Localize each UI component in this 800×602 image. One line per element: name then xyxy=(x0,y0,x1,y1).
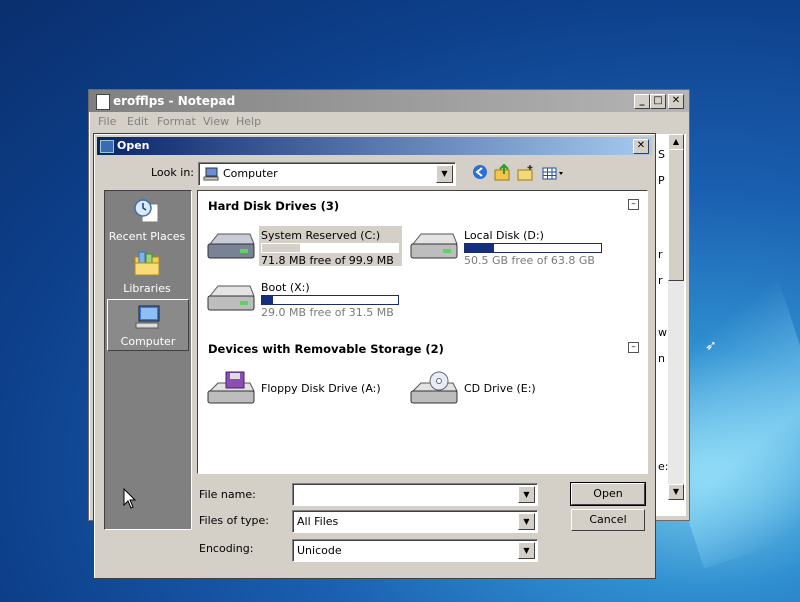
drive-usage-bar xyxy=(261,295,399,305)
drive-free-space: 50.5 GB free of 63.8 GB xyxy=(464,254,595,267)
hard-drive-icon xyxy=(207,233,255,259)
text-fragment: n xyxy=(658,352,665,365)
drive-name: Floppy Disk Drive (A:) xyxy=(261,382,381,395)
files-of-type-label: Files of type: xyxy=(199,514,270,527)
computer-icon xyxy=(135,305,160,329)
usage-fill xyxy=(262,296,273,304)
place-libraries[interactable]: Libraries xyxy=(107,247,187,297)
place-computer[interactable]: Computer xyxy=(107,299,189,351)
drive-name: CD Drive (E:) xyxy=(464,382,536,395)
usage-fill xyxy=(262,244,301,252)
drive-item[interactable]: Floppy Disk Drive (A:) xyxy=(204,369,404,409)
look-in-value: Computer xyxy=(223,167,278,180)
scroll-up-button[interactable]: ▲ xyxy=(668,134,684,150)
chevron-down-icon[interactable]: ▼ xyxy=(518,542,535,559)
cd-drive-icon xyxy=(410,371,458,404)
open-button[interactable]: Open xyxy=(570,482,646,506)
drive-item[interactable]: System Reserved (C:) 71.8 MB free of 99.… xyxy=(204,226,404,267)
recent-places-icon xyxy=(134,199,159,223)
hard-drive-icon xyxy=(207,285,255,311)
place-label: Libraries xyxy=(123,282,171,295)
floppy-drive-icon xyxy=(207,371,255,404)
drive-name: System Reserved (C:) xyxy=(261,229,381,242)
look-in-label: Look in: xyxy=(151,166,194,179)
place-label: Recent Places xyxy=(108,230,186,243)
text-fragment: r xyxy=(658,274,663,287)
text-fragment: P xyxy=(658,174,665,187)
collapse-icon[interactable]: – xyxy=(628,342,639,353)
places-bar: Recent Places Libraries Computer xyxy=(104,190,192,530)
drive-usage-bar xyxy=(464,243,602,253)
group-title-removable: Devices with Removable Storage (2) xyxy=(208,342,444,356)
drive-usage-bar xyxy=(261,243,399,253)
dialog-close-button[interactable]: ✕ xyxy=(633,139,649,154)
dialog-title: Open xyxy=(117,139,150,152)
dialog-icon xyxy=(100,140,114,153)
look-in-dropdown[interactable]: Computer ▼ xyxy=(198,162,456,186)
notepad-titlebar[interactable]: erofflps - Notepad _ □ ✕ xyxy=(89,90,689,112)
usage-fill xyxy=(465,244,494,252)
notepad-title: erofflps - Notepad xyxy=(113,94,236,108)
file-list[interactable]: Hard Disk Drives (3) – System Reserved (… xyxy=(197,190,648,474)
drive-free-space: 71.8 MB free of 99.9 MB xyxy=(261,254,394,267)
text-fragment: w xyxy=(658,326,667,339)
collapse-icon[interactable]: – xyxy=(628,199,639,210)
maximize-button[interactable]: □ xyxy=(650,94,666,109)
text-fragment: e: xyxy=(658,460,669,473)
file-name-field[interactable]: ▼ xyxy=(292,483,538,506)
files-of-type-value: All Files xyxy=(297,515,339,528)
file-name-label: File name: xyxy=(199,488,256,501)
libraries-icon xyxy=(134,251,160,276)
view-menu-icon[interactable] xyxy=(541,164,565,182)
new-folder-icon[interactable] xyxy=(517,164,535,182)
menu-format[interactable]: Format xyxy=(157,115,196,128)
open-dialog[interactable]: Open ✕ Look in: Computer ▼ Recent Places xyxy=(93,133,656,579)
encoding-label: Encoding: xyxy=(199,542,254,555)
hard-drive-icon xyxy=(410,233,458,259)
computer-small-icon xyxy=(203,167,219,181)
menu-file[interactable]: File xyxy=(98,115,116,128)
scroll-down-button[interactable]: ▼ xyxy=(668,484,684,500)
encoding-value: Unicode xyxy=(297,544,342,557)
drive-free-space: 29.0 MB free of 31.5 MB xyxy=(261,306,394,319)
cancel-button[interactable]: Cancel xyxy=(571,509,645,531)
drive-item[interactable]: Boot (X:) 29.0 MB free of 31.5 MB xyxy=(204,278,404,319)
notepad-scrollbar[interactable]: ▲ ▼ xyxy=(668,134,684,500)
close-button[interactable]: ✕ xyxy=(668,94,684,109)
bird-icon: ➶ xyxy=(705,338,717,354)
drive-name: Local Disk (D:) xyxy=(464,229,544,242)
text-fragment: r xyxy=(658,248,663,261)
up-folder-icon[interactable] xyxy=(494,163,512,182)
menu-edit[interactable]: Edit xyxy=(127,115,148,128)
group-title-hard-disk: Hard Disk Drives (3) xyxy=(208,199,340,213)
drive-item[interactable]: CD Drive (E:) xyxy=(407,369,607,409)
chevron-down-icon[interactable]: ▼ xyxy=(518,513,535,530)
files-of-type-dropdown[interactable]: All Files ▼ xyxy=(292,510,538,533)
menu-view[interactable]: View xyxy=(203,115,229,128)
chevron-down-icon[interactable]: ▼ xyxy=(436,165,453,183)
text-fragment: S xyxy=(658,148,665,161)
encoding-dropdown[interactable]: Unicode ▼ xyxy=(292,539,538,562)
drive-name: Boot (X:) xyxy=(261,281,310,294)
drive-item[interactable]: Local Disk (D:) 50.5 GB free of 63.8 GB xyxy=(407,226,607,267)
dialog-titlebar[interactable]: Open ✕ xyxy=(97,137,652,155)
place-label: Computer xyxy=(120,335,176,348)
notepad-text-area[interactable]: S P r r w n e: ▲ ▼ xyxy=(655,134,686,516)
minimize-button[interactable]: _ xyxy=(634,94,650,109)
chevron-down-icon[interactable]: ▼ xyxy=(518,486,535,503)
notepad-icon xyxy=(96,94,110,110)
back-icon[interactable] xyxy=(471,164,489,182)
menu-help[interactable]: Help xyxy=(236,115,261,128)
notepad-menubar: File Edit Format View Help xyxy=(89,113,689,131)
mouse-cursor-icon xyxy=(123,488,137,509)
scroll-thumb[interactable] xyxy=(668,149,684,281)
place-recent-places[interactable]: Recent Places xyxy=(107,195,187,245)
